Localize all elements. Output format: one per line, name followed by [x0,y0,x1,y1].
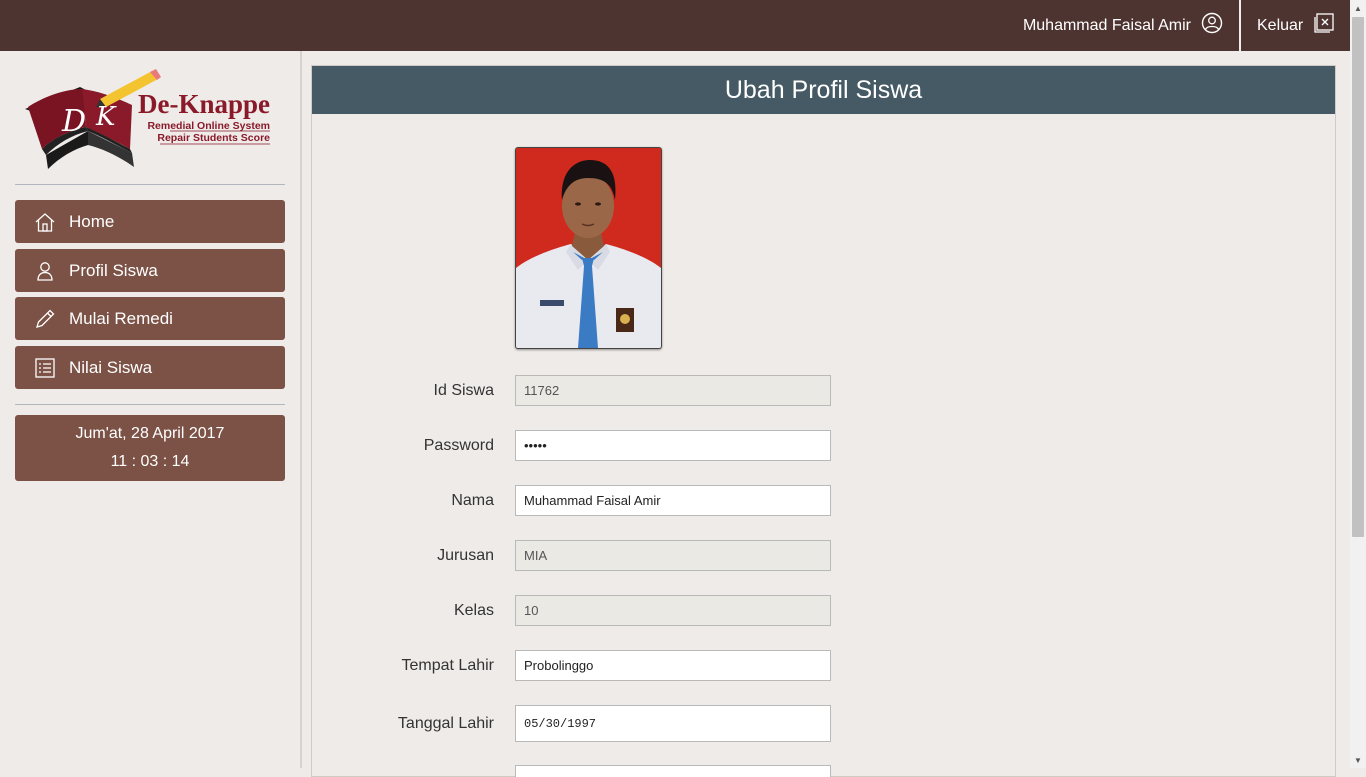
logo-monogram-left: D [61,104,86,139]
tempat-lahir-field[interactable] [515,650,831,681]
id-siswa-label: Id Siswa [433,382,494,399]
logo[interactable]: De-Knappe Remedial Online System Repair … [20,69,280,181]
scroll-thumb[interactable] [1352,17,1364,537]
user-circle-icon [1201,12,1223,39]
logo-monogram-right: K [95,102,117,132]
logo-brand-text: De-Knappe [138,89,270,119]
home-icon [34,211,56,233]
sidebar-item-home[interactable]: Home [15,200,285,243]
scroll-up-arrow-icon[interactable]: ▲ [1350,0,1366,16]
user-icon [34,260,56,282]
logo-tagline-1: Remedial Online System [147,120,270,132]
logout-button[interactable]: Keluar [1257,0,1335,51]
sidebar-item-label: Home [69,211,115,231]
profile-panel: Ubah Profil Siswa Id Siswa 11762 Passwor… [311,65,1336,777]
kelas-field[interactable] [515,595,831,626]
password-label: Password [423,437,494,454]
page-scrollbar[interactable]: ▲ ▼ [1350,0,1366,768]
panel-title: Ubah Profil Siswa [312,66,1335,114]
clock-widget: Jum'at, 28 April 2017 11 : 03 : 14 [15,415,285,481]
topbar-divider [1239,0,1241,51]
sidebar-item-label: Nilai Siswa [69,357,153,377]
sidebar-item-mulai-remedi[interactable]: Mulai Remedi [15,297,285,340]
id-siswa-field[interactable] [515,375,831,406]
logo-tagline-2: Repair Students Score [157,132,270,144]
next-field-partial[interactable] [515,765,831,777]
pencil-icon [34,308,56,330]
sidebar-divider-top [15,184,285,185]
kelas-label: Kelas [453,602,494,619]
sidebar: De-Knappe Remedial Online System Repair … [0,51,302,768]
password-field[interactable] [515,430,831,461]
sidebar-divider-bottom [15,404,285,405]
list-icon [34,357,56,379]
user-name: Muhammad Faisal Amir [1022,16,1191,34]
jurusan-label: Jurusan [437,547,494,564]
close-box-icon [1313,12,1335,39]
scroll-down-arrow-icon[interactable]: ▼ [1350,752,1366,768]
clock-time: 11 : 03 : 14 [110,453,190,470]
top-bar: Muhammad Faisal Amir Keluar [0,0,1350,51]
nama-field[interactable] [515,485,831,516]
user-menu[interactable]: Muhammad Faisal Amir [1023,0,1223,51]
sidebar-item-profil-siswa[interactable]: Profil Siswa [15,249,285,292]
tanggal-lahir-field[interactable] [515,705,831,742]
jurusan-field[interactable] [515,540,831,571]
sidebar-item-label: Profil Siswa [69,260,158,280]
tanggal-lahir-label: Tanggal Lahir [397,715,494,732]
nama-label: Nama [451,492,494,509]
student-photo[interactable] [515,147,662,349]
sidebar-item-nilai-siswa[interactable]: Nilai Siswa [15,346,285,389]
sidebar-item-label: Mulai Remedi [69,308,173,328]
clock-date: Jum'at, 28 April 2017 [75,425,225,442]
logout-label: Keluar [1257,16,1304,34]
tempat-lahir-label: Tempat Lahir [401,657,495,674]
